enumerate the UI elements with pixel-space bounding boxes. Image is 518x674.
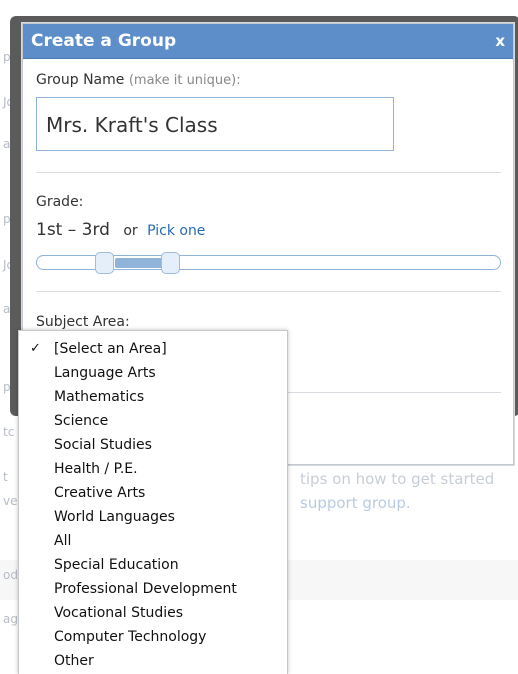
background-fragment: ag	[3, 612, 18, 626]
grade-label: Grade:	[36, 194, 84, 210]
grade-slider-min-handle[interactable]	[95, 252, 114, 274]
background-tips-text: tips on how to get started	[300, 470, 495, 488]
background-fragment: t	[3, 470, 8, 484]
grade-slider-max-handle[interactable]	[161, 252, 180, 274]
background-fragment: od	[3, 568, 18, 582]
dropdown-option-all[interactable]: All	[19, 529, 287, 553]
dropdown-option-other[interactable]: Other	[19, 649, 287, 673]
dialog-title: Create a Group	[31, 31, 177, 51]
divider	[36, 172, 501, 173]
group-name-hint: (make it unique):	[128, 73, 241, 88]
subject-area-label: Subject Area:	[36, 314, 130, 330]
background-fragment: ve	[3, 494, 18, 508]
option-label: [Select an Area]	[54, 341, 167, 357]
dropdown-option-science[interactable]: Science	[19, 409, 287, 433]
grade-value: 1st – 3rd	[36, 220, 110, 240]
background-support-link: support group.	[300, 494, 411, 512]
dropdown-option-mathematics[interactable]: Mathematics	[19, 385, 287, 409]
subject-area-dropdown[interactable]: ✓ [Select an Area] Language Arts Mathemat…	[18, 330, 288, 674]
dropdown-option-creative-arts[interactable]: Creative Arts	[19, 481, 287, 505]
dropdown-option-world-languages[interactable]: World Languages	[19, 505, 287, 529]
dialog-titlebar: Create a Group x	[23, 24, 513, 59]
pick-one-link[interactable]: Pick one	[147, 223, 205, 239]
divider	[36, 291, 501, 292]
dropdown-option-special-education[interactable]: Special Education	[19, 553, 287, 577]
close-button[interactable]: x	[495, 24, 505, 58]
grade-display: 1st – 3rd or Pick one	[36, 220, 205, 240]
dropdown-option-vocational-studies[interactable]: Vocational Studies	[19, 601, 287, 625]
checkmark-icon: ✓	[30, 341, 41, 356]
group-name-input[interactable]: Mrs. Kraft's Class	[36, 97, 394, 151]
dropdown-option-computer-technology[interactable]: Computer Technology	[19, 625, 287, 649]
grade-or-text: or	[123, 223, 138, 239]
dropdown-option-professional-development[interactable]: Professional Development	[19, 577, 287, 601]
group-name-label-text: Group Name	[36, 72, 125, 88]
dropdown-option-health-pe[interactable]: Health / P.E.	[19, 457, 287, 481]
dropdown-option-select-area[interactable]: ✓ [Select an Area]	[19, 337, 287, 361]
dropdown-option-language-arts[interactable]: Language Arts	[19, 361, 287, 385]
background-fragment: tc	[3, 425, 15, 439]
group-name-label: Group Name (make it unique):	[36, 72, 241, 88]
dropdown-option-social-studies[interactable]: Social Studies	[19, 433, 287, 457]
